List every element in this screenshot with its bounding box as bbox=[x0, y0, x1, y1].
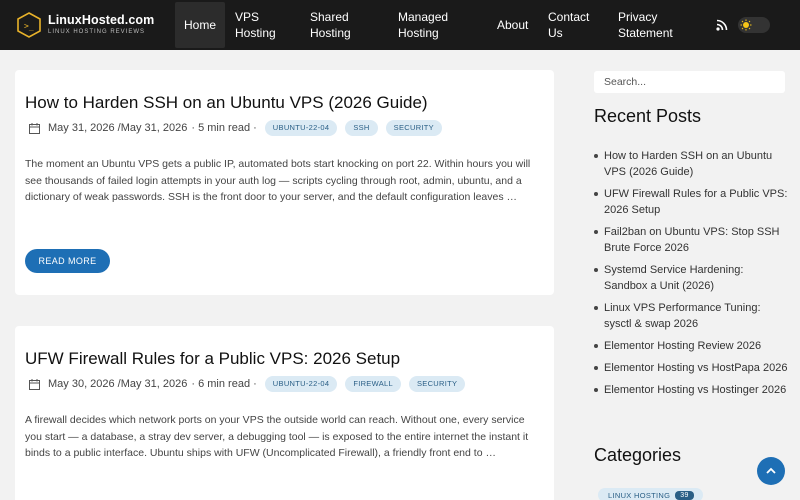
nav-privacy-statement[interactable]: Privacy Statement bbox=[608, 2, 703, 48]
recent-post-link[interactable]: How to Harden SSH on an Ubuntu VPS (2026… bbox=[594, 148, 789, 180]
post-meta: May 31, 2026 /May 31, 2026 · 5 min read … bbox=[29, 120, 442, 136]
category-count: 39 bbox=[675, 490, 694, 500]
search-input[interactable] bbox=[594, 71, 785, 93]
recent-post-link[interactable]: UFW Firewall Rules for a Public VPS: 202… bbox=[594, 186, 789, 218]
site-header: >_ LinuxHosted.com LINUX HOSTING REVIEWS… bbox=[0, 0, 800, 50]
post-card: UFW Firewall Rules for a Public VPS: 202… bbox=[15, 326, 554, 500]
calendar-icon bbox=[29, 378, 40, 390]
tag-ubuntu[interactable]: UBUNTU-22-04 bbox=[264, 376, 338, 392]
read-time: · 5 min read · bbox=[191, 122, 257, 134]
post-meta: May 30, 2026 /May 31, 2026 · 6 min read … bbox=[29, 376, 466, 392]
tag-firewall[interactable]: FIREWALL bbox=[345, 376, 401, 392]
nav-about[interactable]: About bbox=[487, 2, 538, 48]
post-excerpt: The moment an Ubuntu VPS gets a public I… bbox=[25, 158, 531, 203]
theme-toggle[interactable] bbox=[738, 17, 770, 33]
site-logo[interactable]: >_ LinuxHosted.com LINUX HOSTING REVIEWS bbox=[16, 12, 176, 38]
post-updated-date: /May 31, 2026 bbox=[117, 378, 188, 390]
main-nav: Home VPS Hosting Shared Hosting Managed … bbox=[175, 0, 703, 50]
tag-security[interactable]: SECURITY bbox=[408, 376, 466, 392]
category-linux-hosting[interactable]: LINUX HOSTING 39 bbox=[598, 488, 703, 500]
tag-ubuntu[interactable]: UBUNTU-22-04 bbox=[264, 120, 338, 136]
read-more-button[interactable]: READ MORE bbox=[25, 249, 110, 273]
categories-heading: Categories bbox=[594, 445, 682, 465]
category-label: LINUX HOSTING bbox=[608, 490, 671, 500]
recent-post-link[interactable]: Linux VPS Performance Tuning: sysctl & s… bbox=[594, 300, 789, 332]
sun-icon bbox=[740, 19, 752, 31]
tag-security[interactable]: SECURITY bbox=[385, 120, 442, 136]
tag-ssh[interactable]: SSH bbox=[345, 120, 378, 136]
recent-posts-list: How to Harden SSH on an Ubuntu VPS (2026… bbox=[594, 148, 789, 404]
svg-text:>_: >_ bbox=[24, 22, 34, 31]
scroll-to-top-button[interactable] bbox=[757, 457, 785, 485]
recent-post-link[interactable]: Elementor Hosting Review 2026 bbox=[594, 338, 789, 354]
recent-posts-heading: Recent Posts bbox=[594, 106, 702, 126]
recent-post-link[interactable]: Systemd Service Hardening: Sandbox a Uni… bbox=[594, 262, 789, 294]
rss-icon[interactable] bbox=[716, 19, 728, 31]
terminal-hexagon-icon: >_ bbox=[17, 12, 41, 38]
recent-post-link[interactable]: Elementor Hosting vs HostPapa 2026 bbox=[594, 360, 789, 376]
nav-contact-us[interactable]: Contact Us bbox=[538, 2, 608, 48]
post-title[interactable]: UFW Firewall Rules for a Public VPS: 202… bbox=[25, 349, 400, 369]
logo-tagline: LINUX HOSTING REVIEWS bbox=[48, 29, 146, 35]
chevron-up-icon bbox=[766, 467, 776, 474]
post-date: May 31, 2026 bbox=[48, 122, 115, 134]
recent-post-link[interactable]: Fail2ban on Ubuntu VPS: Stop SSH Brute F… bbox=[594, 224, 789, 256]
post-updated-date: /May 31, 2026 bbox=[117, 122, 188, 134]
logo-name: LinuxHosted.com bbox=[48, 13, 155, 27]
nav-shared-hosting[interactable]: Shared Hosting bbox=[300, 2, 388, 48]
nav-home[interactable]: Home bbox=[175, 2, 225, 48]
recent-post-link[interactable]: Elementor Hosting vs Hostinger 2026 bbox=[594, 382, 789, 398]
nav-vps-hosting[interactable]: VPS Hosting bbox=[225, 2, 300, 48]
nav-managed-hosting[interactable]: Managed Hosting bbox=[388, 2, 487, 48]
post-card: How to Harden SSH on an Ubuntu VPS (2026… bbox=[15, 70, 554, 295]
read-time: · 6 min read · bbox=[191, 378, 257, 390]
post-title[interactable]: How to Harden SSH on an Ubuntu VPS (2026… bbox=[25, 93, 428, 113]
calendar-icon bbox=[29, 122, 40, 134]
post-excerpt: A firewall decides which network ports o… bbox=[25, 414, 529, 459]
post-date: May 30, 2026 bbox=[48, 378, 115, 390]
